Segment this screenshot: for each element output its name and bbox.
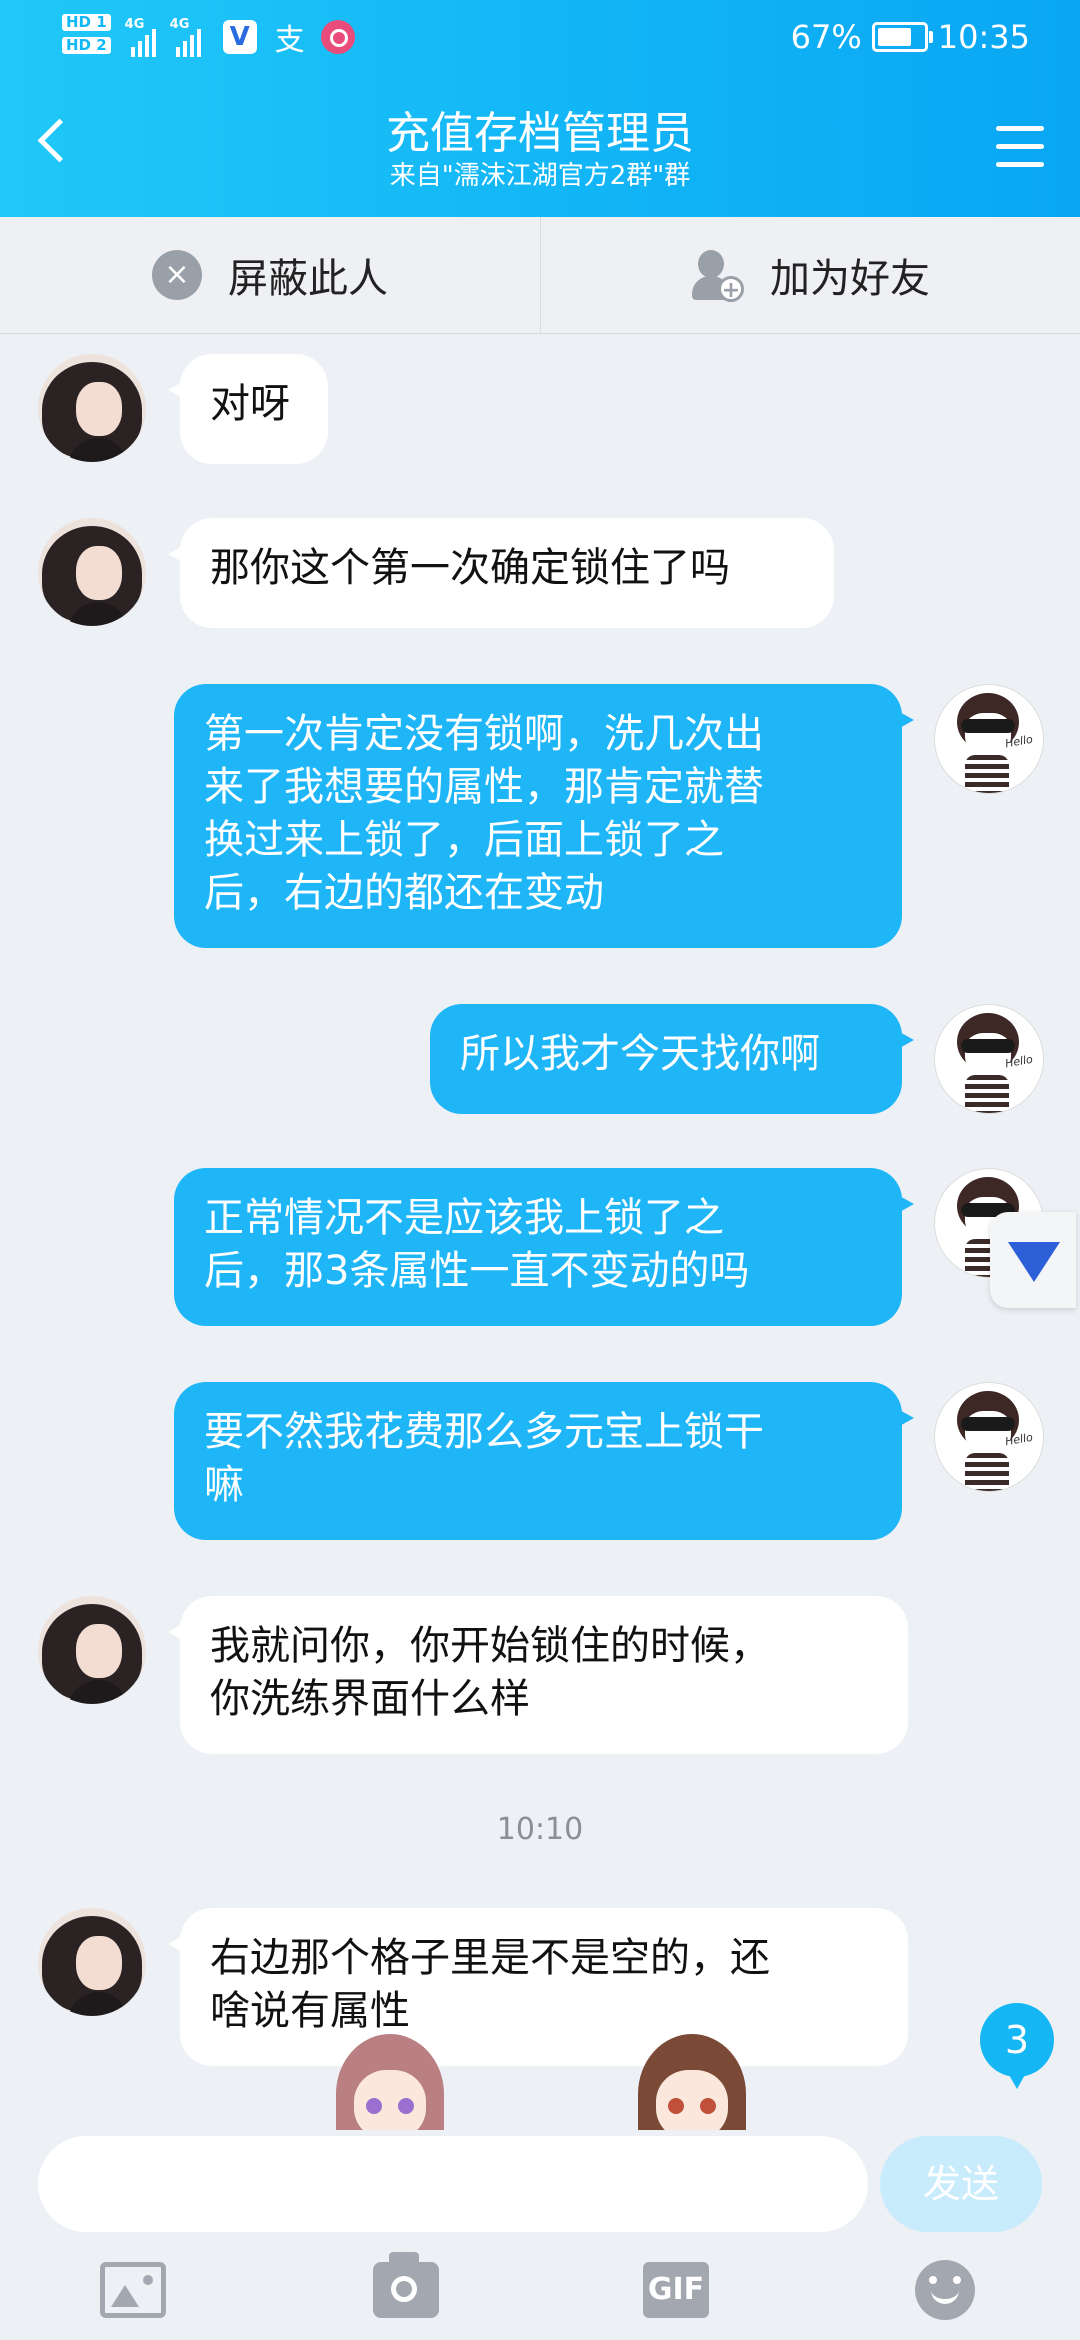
floating-vpn-button[interactable] [990,1212,1076,1308]
sender-avatar[interactable] [38,1908,146,2016]
add-friend-icon: + [690,248,744,303]
hd2-badge: HD 2 [62,37,111,54]
signal-2-icon: 4G [170,17,201,57]
sender-avatar[interactable] [38,518,146,626]
message-timestamp: 10:10 [496,1812,584,1847]
input-toolbar: GIF [0,2240,1080,2340]
status-bar: HD 1 HD 2 4G 4G V 支 67% 10:35 [0,0,1080,82]
battery-percent: 67% [790,18,862,56]
chat-title: 充值存档管理员 [386,108,694,159]
message-bubble-outgoing[interactable]: 要不然我花费那么多元宝上锁干 嘛 [174,1382,914,1540]
girl-mascot-sticker [328,2028,452,2138]
clock: 10:35 [937,18,1030,56]
gif-icon[interactable]: GIF [643,2262,709,2318]
send-button[interactable]: 发送 [880,2136,1042,2232]
music-app-icon [320,20,355,54]
my-avatar[interactable]: Hello [934,1382,1044,1492]
input-row: 发送 [0,2130,1080,2240]
chat-header: HD 1 HD 2 4G 4G V 支 67% 10:35 充值存档管理员 来自… [0,0,1080,217]
unread-count-badge[interactable]: 3 [980,2003,1054,2089]
status-left: HD 1 HD 2 4G 4G V 支 [62,14,355,60]
block-icon: × [152,250,202,300]
add-friend-button[interactable]: + 加为好友 [540,217,1080,333]
message-bubble-outgoing[interactable]: 第一次肯定没有锁啊，洗几次出 来了我想要的属性，那肯定就替 换过来上锁了，后面上… [174,684,914,948]
message-bubble-outgoing[interactable]: 正常情况不是应该我上锁了之 后，那3条属性一直不变动的吗 [174,1168,914,1326]
emoji-icon[interactable] [915,2260,975,2320]
sender-avatar[interactable] [38,354,146,462]
camera-icon[interactable] [373,2252,439,2318]
alipay-icon: 支 [274,23,305,58]
signal-1-icon: 4G [125,17,156,57]
message-bubble-incoming[interactable]: 对呀 [168,354,328,464]
message-bubble-incoming[interactable]: 右边那个格子里是不是空的，还 啥说有属性 [168,1908,908,2066]
chat-subtitle: 来自"濡沫江湖官方2群"群 [389,161,691,191]
vpn-app-icon: V [222,20,257,54]
sender-avatar[interactable] [38,1596,146,1704]
action-bar: × 屏蔽此人 + 加为好友 [0,217,1080,334]
battery-icon [871,22,933,52]
status-right: 67% 10:35 [791,18,1030,56]
block-label: 屏蔽此人 [228,256,388,302]
message-bubble-outgoing[interactable]: 所以我才今天找你啊 [430,1004,914,1114]
my-avatar[interactable]: Hello [934,1004,1044,1114]
message-bubble-incoming[interactable]: 那你这个第一次确定锁住了吗 [168,518,834,628]
block-user-button[interactable]: × 屏蔽此人 [0,217,541,333]
message-input[interactable] [38,2136,868,2232]
menu-icon[interactable] [996,126,1044,180]
my-avatar[interactable]: Hello [934,684,1044,794]
boy-mascot-sticker [630,2028,754,2138]
add-friend-label: 加为好友 [770,256,930,302]
image-icon[interactable] [100,2262,166,2318]
message-bubble-incoming[interactable]: 我就问你，你开始锁住的时候， 你洗练界面什么样 [168,1596,908,1754]
hd1-badge: HD 1 [62,14,111,31]
hd-badges: HD 1 HD 2 [62,14,111,60]
